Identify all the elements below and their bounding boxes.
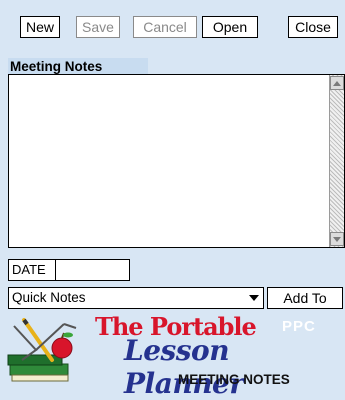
app-logo: The Portable PPC Lesson Planner MEETING … [0,310,345,400]
new-button[interactable]: New [20,16,60,38]
logo-title-line2: Lesson Planner [124,334,244,400]
quick-notes-dropdown[interactable]: Quick Notes [8,287,264,309]
notes-text[interactable] [9,75,328,247]
cancel-button[interactable]: Cancel [133,16,197,38]
chevron-down-icon [249,295,259,301]
scroll-up-arrow[interactable] [330,76,344,90]
notes-scrollbar[interactable] [329,75,344,247]
add-to-button[interactable]: Add To [267,287,343,309]
date-label: DATE [8,259,56,281]
quick-notes-selected: Quick Notes [12,290,86,305]
date-input[interactable] [55,259,130,281]
notes-textarea[interactable] [8,74,345,248]
logo-subtitle: MEETING NOTES [178,372,290,387]
open-button[interactable]: Open [202,16,258,38]
arrow-down-icon [333,237,341,242]
logo-ppc-badge: PPC [282,318,316,335]
arrow-up-icon [333,81,341,86]
school-supplies-icon [7,318,77,382]
scroll-down-arrow[interactable] [330,232,344,246]
save-button[interactable]: Save [76,16,120,38]
close-button[interactable]: Close [288,16,338,38]
